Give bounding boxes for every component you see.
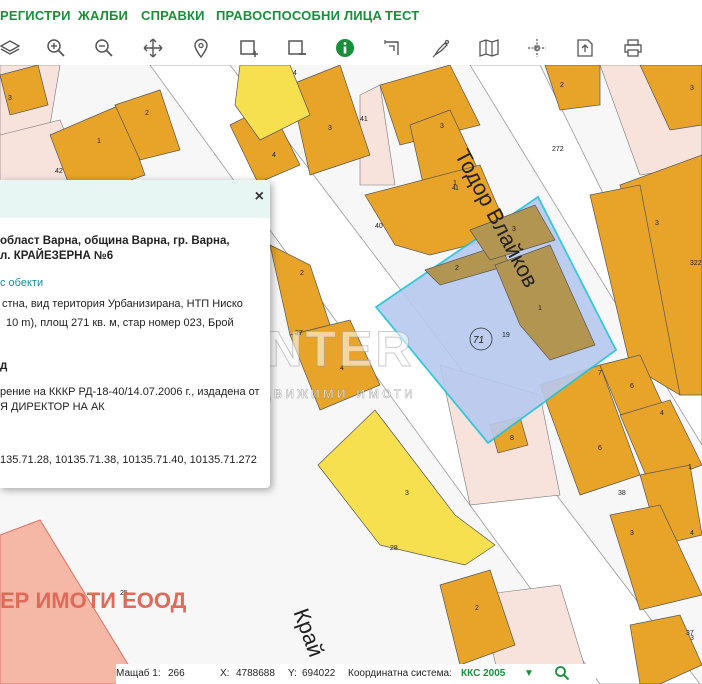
lot-number: 4 <box>660 410 664 417</box>
lot-number: 1 <box>97 138 101 145</box>
status-bar: Мащаб 1: 266 X: 4788688 Y: 694022 Коорди… <box>116 664 596 684</box>
lot-number: 7 <box>598 370 602 377</box>
menu-bar: РЕГИСТРИ ЖАЛБИ СПРАВКИ ПРАВОСПОСОБНИ ЛИЦ… <box>0 0 702 30</box>
parcel-number: 71 <box>473 335 484 346</box>
popup-description-line1: стна, вид територия Урбанизирана, НТП Ни… <box>2 298 243 310</box>
layers-icon[interactable] <box>0 36 22 60</box>
popup-section-label: д <box>0 360 8 372</box>
lot-number: 3 <box>655 220 659 227</box>
zoom-out-icon[interactable] <box>92 36 116 60</box>
x-coordinate: 4788688 <box>236 668 275 679</box>
pen-icon[interactable] <box>429 36 453 60</box>
popup-neighbors: 135.71.28, 10135.71.38, 10135.71.40, 101… <box>0 454 257 466</box>
map-icon[interactable] <box>477 36 501 60</box>
close-icon[interactable]: × <box>255 188 264 206</box>
print-icon[interactable] <box>621 36 645 60</box>
lot-number: 2 <box>145 110 149 117</box>
lot-number: 40 <box>375 223 383 230</box>
lot-number: 8 <box>510 435 514 442</box>
measure-icon[interactable] <box>381 36 405 60</box>
x-label: X: <box>220 668 230 679</box>
lot-number: 19 <box>502 332 510 339</box>
lot-number: 272 <box>552 146 564 153</box>
lot-number: 4 <box>690 530 694 537</box>
menu-authorized-persons[interactable]: ПРАВОСПОСОБНИ ЛИЦА <box>216 8 382 23</box>
lot-number: 41 <box>360 116 368 123</box>
search-icon[interactable] <box>554 665 570 684</box>
crosshair-icon[interactable] <box>525 36 549 60</box>
lot-number: 1 <box>688 464 692 471</box>
lot-number: 2 <box>455 265 459 272</box>
add-area-icon[interactable] <box>237 36 261 60</box>
lot-number: 322 <box>690 260 702 267</box>
crs-label: Координатна система: <box>348 668 452 679</box>
lot-number: 42 <box>55 168 63 175</box>
lot-number: 37 <box>686 630 694 637</box>
lot-number: 28 <box>390 545 398 552</box>
popup-description-line2: 10 m), площ 271 кв. м, стар номер 023, Б… <box>6 317 234 329</box>
lot-number: 3 <box>440 123 444 130</box>
crs-select[interactable]: ККС 2005 <box>461 668 505 679</box>
company-banner: ЕР ИМОТИ ЕООД <box>0 588 187 613</box>
menu-complaints[interactable]: ЖАЛБИ <box>78 8 128 23</box>
related-objects-link[interactable]: с обекти <box>0 277 43 289</box>
lot-number: 3 <box>8 95 12 102</box>
chevron-down-icon[interactable]: ▼ <box>524 668 534 679</box>
popup-order-line1: рение на КККР РД-18-40/14.07.2006 г., из… <box>0 386 260 398</box>
pan-icon[interactable] <box>141 36 165 60</box>
lot-number: 6 <box>630 383 634 390</box>
info-popup: × област Варна, община Варна, гр. Варна,… <box>0 180 270 488</box>
lot-number: 6 <box>598 445 602 452</box>
toolbar <box>0 30 702 65</box>
lot-number: 1 <box>538 305 542 312</box>
y-coordinate: 694022 <box>302 668 336 679</box>
lot-number: 1 <box>455 185 459 192</box>
menu-test[interactable]: ТЕСТ <box>385 8 419 23</box>
scale-value: 266 <box>168 668 185 679</box>
lot-number: 2 <box>475 605 479 612</box>
upload-icon[interactable] <box>573 36 597 60</box>
popup-order-line2: Я ДИРЕКТОР НА АК <box>0 401 105 413</box>
lot-number: 4 <box>272 152 276 159</box>
lot-number: 3 <box>690 85 694 92</box>
lot-number: 2 <box>560 82 564 89</box>
popup-address-line1: област Варна, община Варна, гр. Варна, <box>0 235 230 247</box>
scale-label: Мащаб 1: <box>116 668 161 679</box>
lot-number: 3 <box>328 125 332 132</box>
menu-registers[interactable]: РЕГИСТРИ <box>0 8 71 23</box>
location-pin-icon[interactable] <box>189 36 213 60</box>
lot-number: 38 <box>618 490 626 497</box>
popup-header: × <box>0 180 270 218</box>
lot-number: 2 <box>300 270 304 277</box>
menu-references[interactable]: СПРАВКИ <box>141 8 205 23</box>
popup-address-line2: л. КРАЙЕЗЕРНА №6 <box>0 250 114 262</box>
lot-number: 4 <box>293 70 297 77</box>
lot-number: 3 <box>630 530 634 537</box>
y-label: Y: <box>288 668 297 679</box>
info-icon[interactable] <box>333 36 357 60</box>
lot-number: 3 <box>405 490 409 497</box>
remove-area-icon[interactable] <box>285 36 309 60</box>
zoom-in-icon[interactable] <box>44 36 68 60</box>
